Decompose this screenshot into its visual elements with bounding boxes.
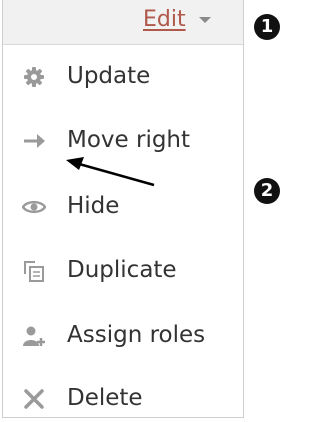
menu-item-duplicate[interactable]: Duplicate bbox=[3, 240, 243, 302]
menu-item-move-right[interactable]: Move right bbox=[3, 110, 243, 172]
duplicate-icon bbox=[24, 261, 44, 282]
callout-badge-1: 1 bbox=[254, 14, 280, 40]
caret-down-icon[interactable] bbox=[199, 17, 211, 23]
menu-item-label: Move right bbox=[67, 127, 191, 153]
gear-icon bbox=[24, 67, 44, 87]
menu-item-label: Update bbox=[67, 63, 151, 89]
eye-icon bbox=[22, 200, 46, 214]
callout-badge-2: 2 bbox=[254, 178, 280, 204]
close-icon bbox=[24, 389, 44, 409]
menu-item-label: Delete bbox=[67, 385, 143, 411]
menu-item-update[interactable]: Update bbox=[3, 46, 243, 108]
menu-item-label: Hide bbox=[67, 193, 120, 219]
menu-header: Edit bbox=[3, 0, 243, 45]
menu-item-hide[interactable]: Hide bbox=[3, 176, 243, 238]
screenshot-stage: Edit Update Move right Hide Duplicate As… bbox=[0, 0, 286, 422]
arrow-right-icon bbox=[24, 134, 45, 148]
edit-dropdown-menu: Edit Update Move right Hide Duplicate As… bbox=[2, 0, 244, 418]
menu-item-label: Duplicate bbox=[67, 257, 177, 283]
edit-menu-trigger[interactable]: Edit bbox=[143, 6, 186, 34]
menu-item-assign-roles[interactable]: Assign roles bbox=[3, 305, 243, 367]
menu-item-label: Assign roles bbox=[67, 322, 206, 348]
assign-roles-icon bbox=[23, 326, 45, 346]
menu-item-delete[interactable]: Delete bbox=[3, 368, 243, 422]
